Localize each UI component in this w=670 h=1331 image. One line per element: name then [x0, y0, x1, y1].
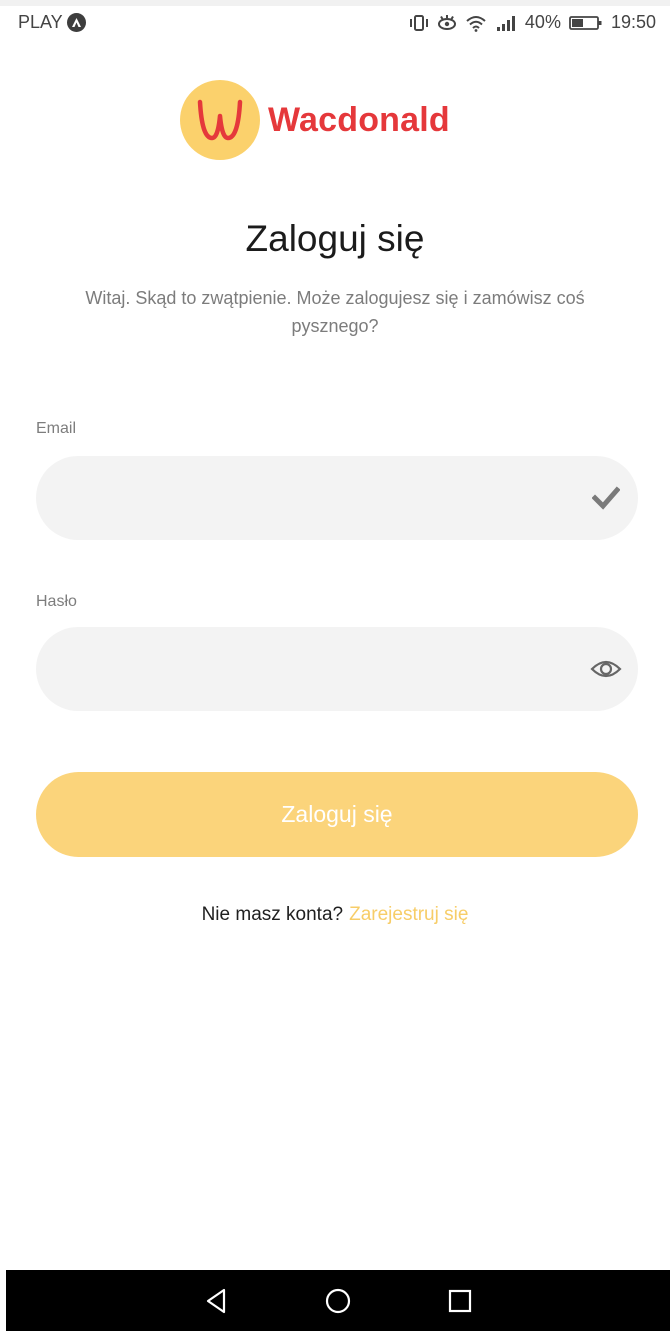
home-icon[interactable] — [321, 1284, 355, 1318]
status-icons: 40% 19:50 — [409, 12, 656, 33]
login-button[interactable]: Zaloguj się — [36, 772, 638, 857]
wifi-icon — [465, 14, 487, 32]
battery-percent: 40% — [524, 12, 561, 32]
system-nav-bar — [6, 1270, 670, 1331]
carrier-name: PLAY — [18, 12, 63, 32]
status-bar-top-strip — [0, 0, 670, 6]
register-prompt: Nie masz konta? — [201, 904, 344, 925]
clock: 19:50 — [610, 12, 656, 32]
battery-icon — [569, 14, 603, 32]
page-subtitle: Witaj. Skąd to zwątpienie. Może zaloguje… — [85, 288, 585, 336]
register-prompt-line: Nie masz konta? Zarejestruj się — [0, 904, 670, 926]
signal-icon — [495, 14, 517, 32]
carrier-badge-icon — [66, 13, 86, 32]
recents-icon[interactable] — [443, 1284, 477, 1318]
email-field-container[interactable] — [36, 456, 638, 540]
password-field-container[interactable] — [36, 627, 638, 711]
checkmark-icon — [590, 482, 622, 514]
email-field[interactable] — [64, 456, 564, 540]
logo-w-icon — [197, 99, 243, 141]
carrier: PLAY — [18, 12, 86, 33]
back-icon[interactable] — [199, 1284, 233, 1318]
register-link[interactable]: Zarejestruj się — [349, 904, 468, 925]
brand-logo: Wacdonald — [180, 80, 450, 160]
status-bar: PLAY 40% 19:50 — [0, 0, 670, 46]
brand-name: Wacdonald — [268, 100, 450, 139]
page-title: Zaloguj się — [245, 218, 425, 259]
email-label: Email — [36, 420, 77, 437]
password-label: Hasło — [36, 593, 77, 610]
eye-icon[interactable] — [590, 653, 622, 685]
eye-comfort-icon — [437, 14, 457, 32]
vibrate-icon — [409, 14, 429, 32]
logo-emblem — [180, 80, 260, 160]
password-field[interactable] — [64, 627, 564, 711]
